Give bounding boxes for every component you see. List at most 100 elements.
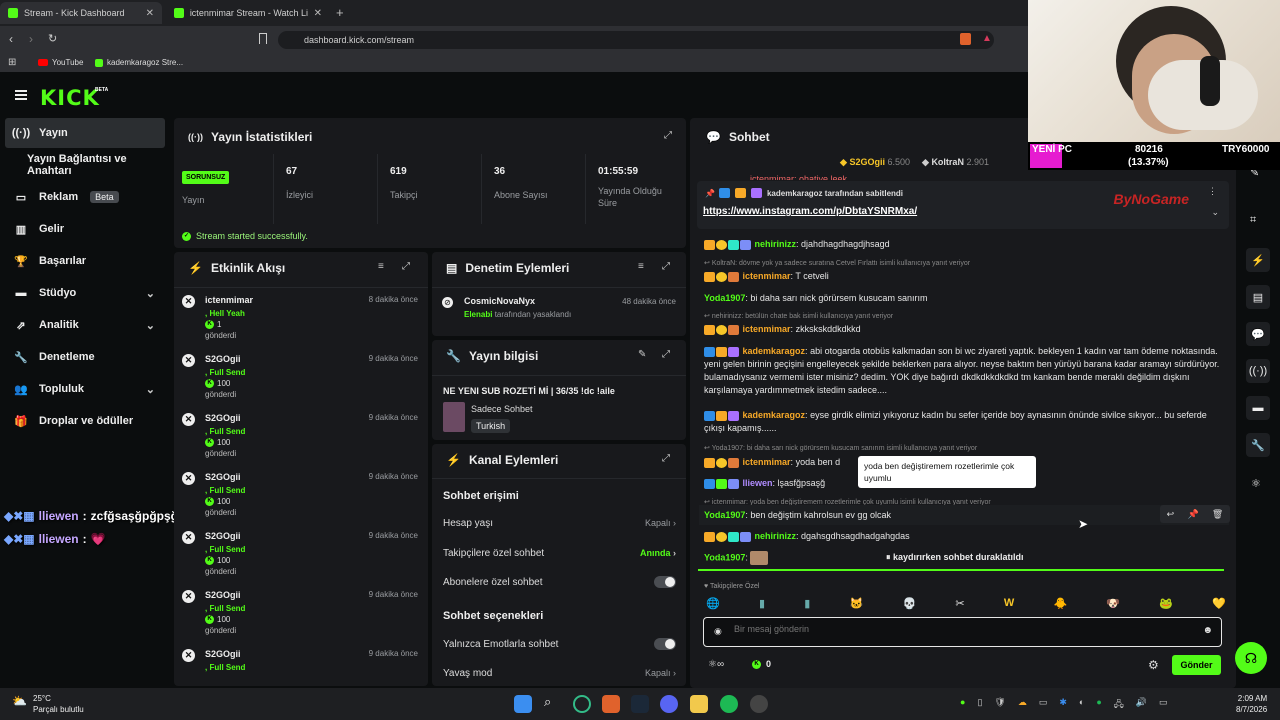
wrench-icon[interactable]: 🔧: [1246, 433, 1270, 457]
chevron-down-icon[interactable]: ⌄: [1211, 207, 1219, 218]
reply-icon[interactable]: ↩: [1167, 509, 1175, 520]
crop-icon[interactable]: ⌗: [1250, 214, 1256, 227]
brave-rewards-icon[interactable]: ▲: [982, 33, 992, 44]
pinned-link[interactable]: https://www.instagram.com/p/DbtaYSNRMxa/: [703, 206, 917, 217]
bluetooth-icon[interactable]: ✱: [1059, 697, 1067, 713]
banned-user[interactable]: CosmicNovaNyx: [464, 296, 535, 306]
emote-only-toggle[interactable]: [654, 638, 676, 650]
emote-icon[interactable]: 🐶: [1106, 597, 1120, 611]
reload-icon[interactable]: ↻: [48, 32, 57, 45]
emote-icon[interactable]: 🌐: [706, 597, 720, 611]
row-account-age[interactable]: Kapalı ›: [645, 518, 676, 528]
close-tab-icon[interactable]: ✕: [314, 8, 322, 19]
clock[interactable]: 2:09 AM 8/7/2026: [1236, 693, 1267, 715]
chat-paused-banner[interactable]: ⏸ kaydırırken sohbet duraklatıldı: [886, 552, 1024, 563]
filter-icon[interactable]: ≡: [638, 261, 644, 272]
search-icon[interactable]: ⌕: [544, 694, 551, 710]
battery-icon[interactable]: ▭: [1159, 697, 1168, 713]
spotify-icon[interactable]: [720, 695, 738, 713]
settings-gear-icon[interactable]: ⚙: [1148, 658, 1159, 672]
expand-icon[interactable]: ⤢: [662, 349, 670, 360]
emote-icon[interactable]: 💀: [902, 597, 916, 611]
expand-icon[interactable]: ⤢: [664, 130, 672, 141]
event-user[interactable]: S2GOgii: [205, 590, 241, 600]
event-user[interactable]: S2GOgii: [205, 413, 241, 423]
sidebar-item-topluluk[interactable]: 👥 Topluluk ⌄: [5, 374, 165, 404]
emote-icon[interactable]: W: [1004, 597, 1014, 611]
steam-icon[interactable]: [631, 695, 649, 713]
menu-icon[interactable]: [15, 90, 27, 100]
weather-widget[interactable]: 25°C Parçalı bulutlu: [33, 693, 84, 715]
new-tab-button[interactable]: +: [336, 5, 344, 20]
bookmark-icon[interactable]: [259, 33, 267, 44]
send-button[interactable]: Gönder: [1172, 655, 1221, 675]
sidebar-item-studyo[interactable]: ▬ Stüdyo ⌄: [5, 278, 165, 308]
tray-app-icon[interactable]: ●: [960, 697, 965, 713]
url-field[interactable]: dashboard.kick.com/stream: [278, 31, 994, 49]
sidebar-item-basarilar[interactable]: 🏆 Başarılar: [5, 246, 165, 276]
emote-icon[interactable]: ▮: [804, 597, 810, 611]
studio-icon[interactable]: ▬: [1246, 396, 1270, 420]
tray-app-icon[interactable]: ◐: [1079, 697, 1084, 713]
tray-app-icon[interactable]: ▯: [977, 697, 982, 713]
community-icon[interactable]: ⚛: [1251, 477, 1261, 490]
expand-icon[interactable]: ⤢: [402, 261, 410, 272]
delete-icon[interactable]: 🗑: [1212, 509, 1223, 520]
chat-icon[interactable]: 💬: [1246, 322, 1270, 346]
event-user[interactable]: ictenmimar: [205, 295, 253, 305]
emote-icon[interactable]: ✂: [955, 597, 964, 611]
folder-icon[interactable]: [690, 695, 708, 713]
sidebar-item-analitik[interactable]: ⇗ Analitik ⌄: [5, 310, 165, 340]
emote-icon[interactable]: 🐥: [1053, 597, 1067, 611]
expand-icon[interactable]: ⤢: [662, 453, 670, 464]
sidebar-item-reklam[interactable]: ▭ Reklam Beta: [5, 182, 165, 212]
lightning-icon[interactable]: ⚡: [1246, 248, 1270, 272]
emote-icon[interactable]: ▮: [759, 597, 765, 611]
broadcast-icon[interactable]: ((·)): [1246, 359, 1270, 383]
support-headset-icon[interactable]: ☊: [1235, 642, 1267, 674]
emoji-icon[interactable]: ☻: [1202, 625, 1213, 636]
emote-icon[interactable]: 🐱: [850, 597, 864, 611]
tray-app-icon[interactable]: 🛡: [994, 697, 1005, 713]
tray-app-icon[interactable]: ●: [1096, 697, 1101, 713]
sidebar-item-droplar[interactable]: 🎁 Droplar ve ödüller: [5, 406, 165, 436]
browser-icon[interactable]: [573, 695, 591, 713]
pin-icon[interactable]: 📌: [1187, 509, 1198, 520]
expand-icon[interactable]: ⤢: [662, 261, 670, 272]
bookmark-kademkaragoz[interactable]: kademkaragoz Stre...: [95, 58, 183, 67]
brave-icon[interactable]: [602, 695, 620, 713]
brave-shield-icon[interactable]: [960, 33, 971, 45]
unpin-icon[interactable]: ⋮: [1208, 186, 1217, 197]
top-gifter[interactable]: ◆ KoltraN 2.901: [922, 157, 989, 168]
tray-app-icon[interactable]: ☁: [1018, 697, 1027, 713]
points-display[interactable]: K 0: [752, 659, 771, 669]
volume-icon[interactable]: 🔊: [1136, 697, 1147, 713]
event-user[interactable]: S2GOgii: [205, 472, 241, 482]
document-icon[interactable]: ▤: [1246, 285, 1270, 309]
sidebar-item-stream-key[interactable]: Yayın Bağlantısı ve Anahtarı: [5, 150, 165, 180]
sidebar-item-denetleme[interactable]: 🔧 Denetleme: [5, 342, 165, 372]
row-followers-only[interactable]: Anında ›: [640, 548, 676, 558]
row-slow-mode[interactable]: Kapalı ›: [645, 668, 676, 678]
network-icon[interactable]: 🖧: [1114, 697, 1124, 713]
tray-app-icon[interactable]: ▭: [1039, 697, 1048, 713]
apps-grid-icon[interactable]: ⊞: [8, 57, 16, 68]
event-user[interactable]: S2GOgii: [205, 649, 241, 659]
forward-icon[interactable]: ›: [29, 32, 33, 46]
emote-icon[interactable]: 💛: [1212, 597, 1226, 611]
filter-icon[interactable]: ≡: [378, 261, 384, 272]
sidebar-item-gelir[interactable]: ▥ Gelir: [5, 214, 165, 244]
obs-icon[interactable]: [750, 695, 768, 713]
close-tab-icon[interactable]: ✕: [146, 8, 154, 19]
event-user[interactable]: S2GOgii: [205, 354, 241, 364]
event-user[interactable]: S2GOgii: [205, 531, 241, 541]
subscribers-only-toggle[interactable]: [654, 576, 676, 588]
kick-logo[interactable]: KICK: [40, 86, 100, 110]
tab-ictenmimar-stream[interactable]: ictenmimar Stream - Watch Live on K ✕: [166, 2, 330, 24]
chat-text-field[interactable]: [734, 624, 1174, 634]
chat-input[interactable]: ◉ ☻: [703, 617, 1222, 647]
bookmark-youtube[interactable]: YouTube: [38, 58, 83, 67]
tab-kick-dashboard[interactable]: Stream - Kick Dashboard ✕: [0, 2, 162, 24]
top-gifter[interactable]: ◆ S2GOgii 6.500: [840, 157, 910, 168]
discord-icon[interactable]: [660, 695, 678, 713]
